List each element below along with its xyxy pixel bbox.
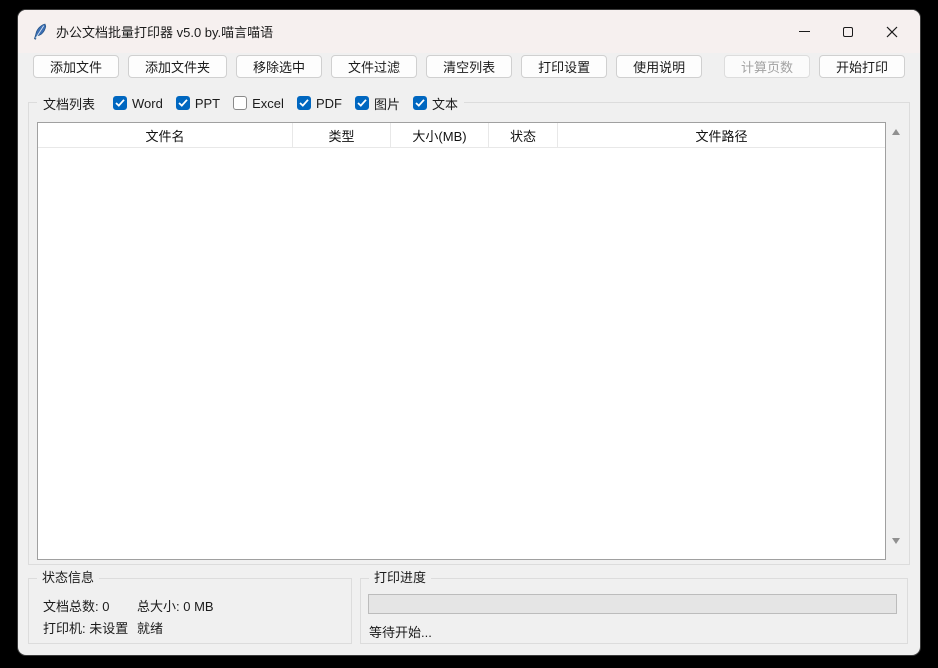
scroll-up-icon[interactable] xyxy=(892,129,900,135)
filter-pdf-checkbox[interactable]: PDF xyxy=(297,96,342,111)
window-controls xyxy=(782,10,914,53)
clear-list-button[interactable]: 清空列表 xyxy=(426,55,512,78)
checkbox-icon xyxy=(355,96,369,110)
remove-selected-button[interactable]: 移除选中 xyxy=(236,55,322,78)
file-table-body xyxy=(38,148,885,559)
status-info-groupbox: 状态信息 文档总数: 0 总大小: 0 MB 打印机: 未设置 就绪 xyxy=(28,578,352,644)
close-icon xyxy=(886,26,898,38)
toolbar: 添加文件 添加文件夹 移除选中 文件过滤 清空列表 打印设置 使用说明 计算页数… xyxy=(33,55,905,78)
file-table: 文件名 类型 大小(MB) 状态 文件路径 xyxy=(37,122,886,560)
scroll-down-icon[interactable] xyxy=(892,538,900,544)
minimize-icon xyxy=(799,31,810,32)
count-pages-button[interactable]: 计算页数 xyxy=(724,55,810,78)
app-window: 办公文档批量打印器 v5.0 by.喵言喵语 添加文件 添加文件夹 移除选中 文… xyxy=(18,10,920,655)
print-progress-groupbox: 打印进度 等待开始... xyxy=(360,578,908,644)
add-folder-button[interactable]: 添加文件夹 xyxy=(128,55,227,78)
checkbox-icon xyxy=(113,96,127,110)
filter-word-checkbox[interactable]: Word xyxy=(113,96,163,111)
checkbox-icon xyxy=(297,96,311,110)
filter-ppt-checkbox[interactable]: PPT xyxy=(176,96,220,111)
progress-bar xyxy=(368,594,897,614)
maximize-icon xyxy=(843,27,853,37)
filter-text-checkbox[interactable]: 文本 xyxy=(413,94,458,113)
checkbox-icon xyxy=(413,96,427,110)
document-list-label: 文档列表 xyxy=(43,94,95,113)
close-button[interactable] xyxy=(870,10,914,53)
minimize-button[interactable] xyxy=(782,10,826,53)
column-header-filename[interactable]: 文件名 xyxy=(38,123,293,147)
filter-row: 文档列表 Word PPT Excel xyxy=(37,93,464,113)
column-header-filepath[interactable]: 文件路径 xyxy=(558,123,885,147)
document-list-groupbox: 文档列表 Word PPT Excel xyxy=(28,102,910,565)
start-print-button[interactable]: 开始打印 xyxy=(819,55,905,78)
add-file-button[interactable]: 添加文件 xyxy=(33,55,119,78)
filter-image-checkbox[interactable]: 图片 xyxy=(355,94,400,113)
instructions-button[interactable]: 使用说明 xyxy=(616,55,702,78)
ready-state-label: 就绪 xyxy=(137,618,163,637)
total-size-label: 总大小: 0 MB xyxy=(137,596,214,615)
doc-count-label: 文档总数: 0 xyxy=(43,596,109,615)
tk-feather-icon xyxy=(33,23,47,40)
filter-excel-checkbox[interactable]: Excel xyxy=(233,96,284,111)
print-progress-title: 打印进度 xyxy=(369,570,431,586)
checkbox-icon xyxy=(176,96,190,110)
printer-label: 打印机: 未设置 xyxy=(43,618,128,637)
status-info-title: 状态信息 xyxy=(37,570,99,586)
column-header-type[interactable]: 类型 xyxy=(293,123,391,147)
column-header-size[interactable]: 大小(MB) xyxy=(391,123,489,147)
table-scrollbar[interactable] xyxy=(887,122,904,560)
checkbox-icon xyxy=(233,96,247,110)
progress-status-label: 等待开始... xyxy=(369,622,432,641)
titlebar: 办公文档批量打印器 v5.0 by.喵言喵语 xyxy=(18,10,920,53)
window-title: 办公文档批量打印器 v5.0 by.喵言喵语 xyxy=(56,22,273,41)
maximize-button[interactable] xyxy=(826,10,870,53)
table-header-row: 文件名 类型 大小(MB) 状态 文件路径 xyxy=(38,123,885,148)
file-filter-button[interactable]: 文件过滤 xyxy=(331,55,417,78)
print-settings-button[interactable]: 打印设置 xyxy=(521,55,607,78)
column-header-status[interactable]: 状态 xyxy=(489,123,558,147)
